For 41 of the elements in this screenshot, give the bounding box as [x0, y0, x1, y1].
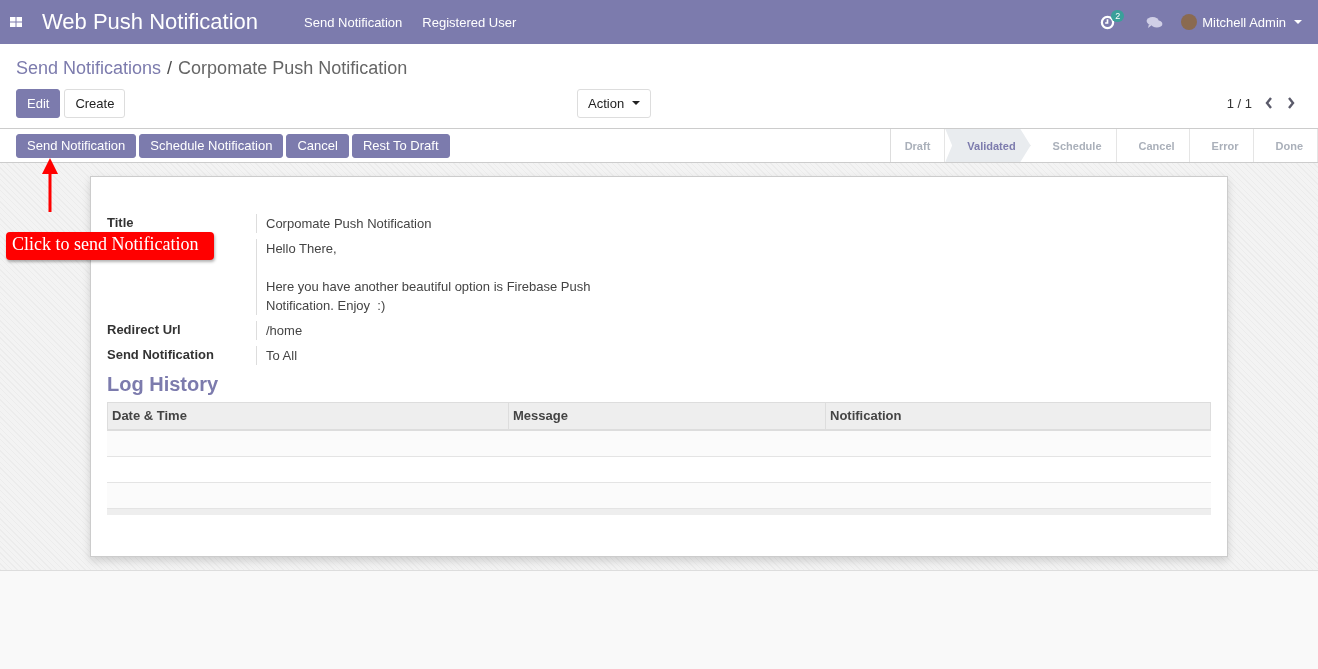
header-button[interactable]: Send Notification — [16, 133, 137, 158]
status-stage[interactable]: Cancel — [1116, 129, 1190, 162]
previous-icon[interactable] — [1264, 96, 1274, 110]
user-menu[interactable]: Mitchell Admin — [1202, 14, 1286, 30]
field-value: Hello There, Here you have another beautiful option is Firebase Push Notification. Enjoy :) — [265, 240, 592, 315]
caret-icon[interactable] — [1294, 20, 1302, 24]
annotation-arrow — [40, 158, 60, 212]
nav-menu-item[interactable]: Registered User — [422, 14, 517, 30]
status-stage[interactable]: Error — [1189, 129, 1254, 162]
column-header[interactable]: Date & Time — [108, 403, 508, 429]
create-button[interactable]: Create — [64, 88, 126, 118]
edit-button[interactable]: Edit — [16, 88, 61, 118]
field-label: Send Notification — [107, 346, 257, 365]
status-stage[interactable]: Validated — [945, 129, 1031, 162]
annotation-callout: Click to send Notification — [6, 232, 215, 260]
activity-clock-icon[interactable] — [1100, 14, 1116, 30]
section-title: Log History — [107, 373, 220, 396]
pager-counter: 1 / 1 — [1226, 95, 1252, 111]
app-title: Web Push Notification — [42, 9, 259, 35]
field-value: /home — [265, 322, 304, 340]
nav-menu-item[interactable]: Send Notification — [304, 14, 403, 30]
caret-icon — [632, 101, 641, 105]
column-header[interactable]: Message — [508, 403, 825, 429]
chat-bubbles-icon[interactable] — [1146, 15, 1164, 29]
header-button[interactable]: Cancel — [286, 133, 349, 158]
field-label: Redirect Url — [107, 321, 257, 340]
header-button[interactable]: Rest To Draft — [351, 133, 450, 158]
status-stage[interactable]: Schedule — [1030, 129, 1117, 162]
breadcrumb-separator: / — [167, 58, 173, 80]
apps-menu-icon[interactable] — [10, 17, 22, 27]
column-header[interactable]: Notification — [825, 403, 1210, 429]
field-value: To All — [265, 347, 299, 365]
breadcrumb-current: Corpomate Push Notification — [178, 58, 408, 80]
next-icon[interactable] — [1286, 96, 1296, 110]
field-value: Corpomate Push Notification — [265, 215, 433, 233]
status-stage[interactable]: Draft — [890, 129, 946, 162]
header-button[interactable]: Schedule Notification — [139, 133, 284, 158]
status-stage[interactable]: Done — [1253, 129, 1318, 162]
action-dropdown[interactable]: Action — [577, 88, 652, 118]
breadcrumb-link[interactable]: Send Notifications — [16, 58, 162, 80]
activity-count-badge: 2 — [1111, 10, 1125, 22]
